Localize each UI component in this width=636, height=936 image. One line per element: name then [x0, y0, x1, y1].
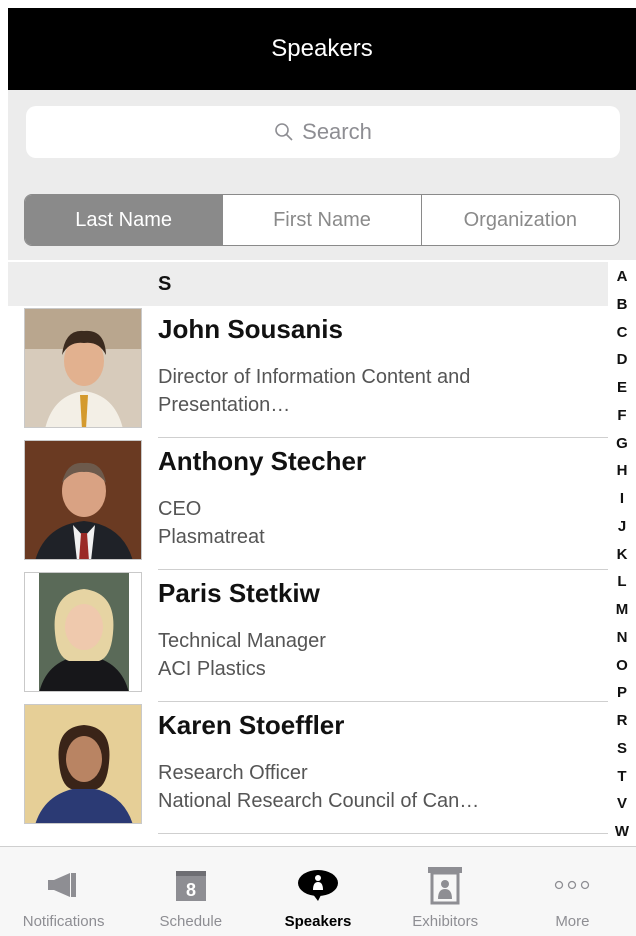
index-letter[interactable]: F: [617, 407, 626, 424]
index-letter[interactable]: W: [615, 823, 629, 840]
section-header: S: [8, 262, 608, 306]
nav-bar: Speakers: [8, 8, 636, 90]
index-letter[interactable]: P: [617, 684, 627, 701]
index-letter[interactable]: S: [617, 740, 627, 757]
speaker-photo: [24, 704, 142, 824]
tab-label: Speakers: [284, 913, 352, 930]
tab-more[interactable]: More: [509, 847, 636, 936]
speaker-organization: Presentation…: [158, 394, 291, 416]
speaker-title: Research Officer: [158, 762, 308, 784]
index-letter[interactable]: O: [616, 657, 628, 674]
speaker-title: Director of Information Content and: [158, 366, 471, 388]
search-icon: [275, 123, 293, 141]
index-letter[interactable]: M: [616, 601, 629, 618]
speaker-name: Karen Stoeffler: [158, 710, 345, 740]
search-placeholder: Search: [302, 119, 372, 144]
speaker-organization: Plasmatreat: [158, 526, 265, 548]
index-letter[interactable]: J: [618, 518, 626, 535]
row-divider: [158, 833, 608, 834]
section-letter: S: [158, 272, 172, 295]
sort-segmented-control: Last Name First Name Organization: [24, 194, 620, 246]
tab-exhibitors[interactable]: Exhibitors: [382, 847, 509, 936]
tab-label: More: [555, 913, 590, 930]
sort-organization-button[interactable]: Organization: [420, 195, 619, 245]
speaker-organization: ACI Plastics: [158, 658, 266, 680]
speaker-name: John Sousanis: [158, 314, 343, 344]
index-letter[interactable]: G: [616, 435, 628, 452]
search-area: Search Last Name First Name Organization: [8, 90, 636, 260]
speaker-name: Paris Stetkiw: [158, 578, 320, 608]
index-letter[interactable]: R: [617, 712, 628, 729]
index-letter[interactable]: N: [617, 629, 628, 646]
speaker-row[interactable]: Anthony Stecher CEO Plasmatreat: [8, 438, 608, 570]
speaker-title: Technical Manager: [158, 630, 326, 652]
svg-text:8: 8: [186, 880, 196, 900]
speaker-organization: National Research Council of Can…: [158, 790, 480, 812]
page-title: Speakers: [271, 35, 373, 62]
index-letter[interactable]: D: [617, 351, 628, 368]
speaker-row[interactable]: Paris Stetkiw Technical Manager ACI Plas…: [8, 570, 608, 702]
megaphone-icon: [47, 873, 76, 897]
tab-notifications[interactable]: Notifications: [0, 847, 127, 936]
speaker-photo: [24, 308, 142, 428]
speaker-row[interactable]: Karen Stoeffler Research Officer Nationa…: [8, 702, 608, 834]
search-input[interactable]: Search: [26, 106, 620, 158]
sort-first-name-button[interactable]: First Name: [222, 195, 420, 245]
index-letter[interactable]: A: [617, 268, 628, 285]
speaker-photo: [24, 572, 142, 692]
tab-bar: Notifications 8 Schedule Speakers Exhibi…: [0, 846, 636, 936]
tab-label: Schedule: [159, 913, 223, 930]
tab-label: Exhibitors: [412, 913, 479, 930]
tab-schedule[interactable]: 8 Schedule: [127, 847, 254, 936]
index-letter[interactable]: C: [617, 324, 628, 341]
index-letter[interactable]: E: [617, 379, 627, 396]
more-dots-icon: [555, 880, 590, 890]
speech-bubble-person-icon: [298, 870, 338, 901]
booth-icon: [428, 867, 463, 905]
index-letter[interactable]: B: [617, 296, 628, 313]
speaker-row[interactable]: John Sousanis Director of Information Co…: [8, 306, 608, 438]
index-letter[interactable]: L: [617, 573, 626, 590]
index-letter[interactable]: I: [620, 490, 624, 507]
sort-last-name-button[interactable]: Last Name: [25, 195, 223, 245]
calendar-icon: 8: [175, 871, 206, 901]
speaker-list: John Sousanis Director of Information Co…: [8, 306, 608, 834]
index-letter[interactable]: T: [617, 768, 626, 785]
speaker-photo: [24, 440, 142, 560]
speaker-name: Anthony Stecher: [158, 446, 367, 476]
index-letter[interactable]: V: [617, 795, 627, 812]
tab-speakers[interactable]: Speakers: [254, 847, 381, 936]
speaker-title: CEO: [158, 498, 202, 520]
alphabet-index[interactable]: ABCDEFGHIJKLMNOPRSTVW: [608, 268, 636, 840]
index-letter[interactable]: K: [617, 546, 628, 563]
tab-label: Notifications: [22, 913, 105, 930]
index-letter[interactable]: H: [617, 462, 628, 479]
